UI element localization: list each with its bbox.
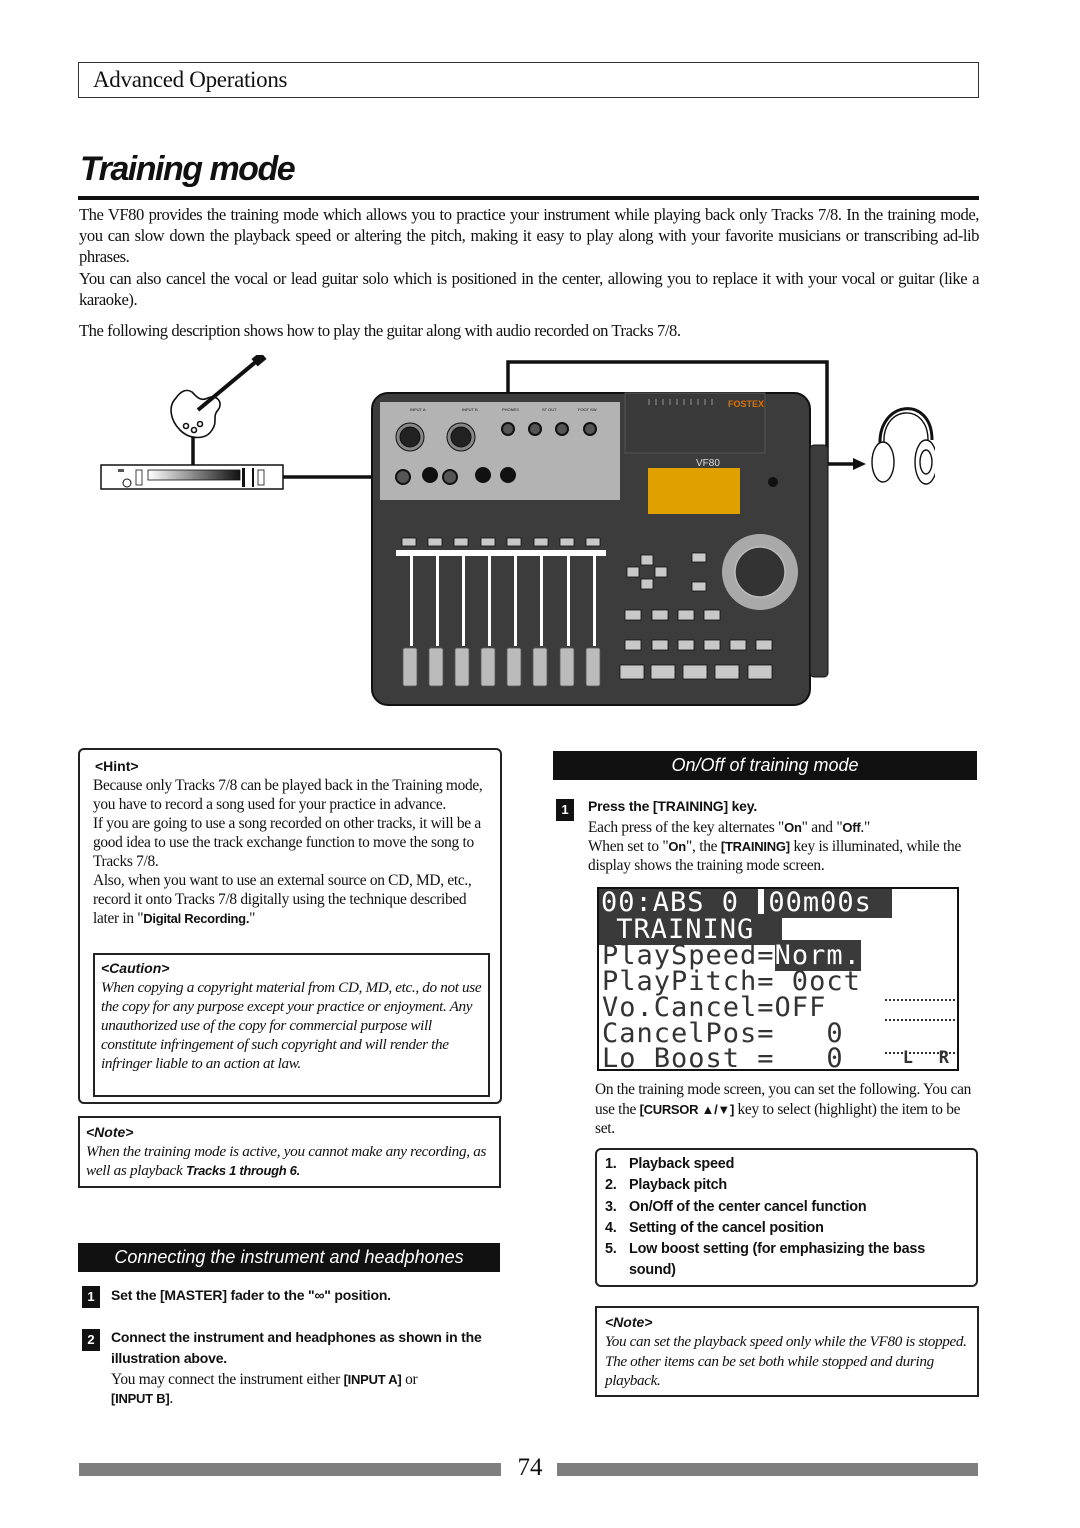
step-number: 1 xyxy=(82,1286,100,1308)
caution-label: <Caution> xyxy=(101,960,170,976)
step-body-or: or xyxy=(401,1371,418,1388)
list-item-number: 2. xyxy=(605,1177,617,1194)
training-lcd-screen: 00:ABS 0 00m00s TRAINING PlaySpeed=Norm.… xyxy=(597,887,959,1071)
onoff-text: Each press of the key alternates " xyxy=(588,819,785,836)
brand-logo: FOSTEX xyxy=(728,399,764,409)
list-item-number: 4. xyxy=(605,1219,617,1236)
step-number: 2 xyxy=(82,1329,100,1351)
connection-illustration: INPUT A INPUT B PHONES ST OUT FOOT SW FO… xyxy=(100,355,935,706)
list-item: 4. Setting of the cancel position xyxy=(605,1218,975,1239)
vf80-recorder: INPUT A INPUT B PHONES ST OUT FOOT SW FO… xyxy=(371,392,829,706)
screen-description: On the training mode screen, you can set… xyxy=(595,1080,980,1139)
connecting-section-title: Connecting the instrument and headphones xyxy=(78,1243,500,1272)
intro-paragraph-3: The following description shows how to p… xyxy=(79,321,681,341)
arrow-to-headphones xyxy=(853,458,866,470)
on-ref: On xyxy=(784,820,802,835)
list-item-text: Playback speed xyxy=(629,1156,735,1172)
lcd-playpitch: PlayPitch= 0oct xyxy=(602,966,861,997)
caution-text: When copying a copyright material from C… xyxy=(101,979,482,1072)
meter-label-r: R xyxy=(938,1048,949,1068)
label-st-out: ST OUT xyxy=(542,407,557,412)
lcd-screen xyxy=(648,468,740,514)
hint-paragraph-3: Also, when you want to use an external s… xyxy=(93,871,491,928)
onoff-text: ." xyxy=(860,819,871,836)
note-text-2: You can set the playback speed only whil… xyxy=(605,1333,967,1389)
list-item: 2. Playback pitch xyxy=(605,1175,975,1196)
meter-dots xyxy=(885,999,955,1001)
list-item-number: 5. xyxy=(605,1241,617,1258)
list-item-text: Setting of the cancel position xyxy=(629,1219,824,1236)
label-foot-sw: FOOT SW xyxy=(578,407,597,412)
intro-paragraph-2: You can also cancel the vocal or lead gu… xyxy=(79,268,979,309)
list-item-text: Playback pitch xyxy=(629,1177,727,1194)
label-phones: PHONES xyxy=(502,407,519,412)
training-key-ref: [TRAINING] xyxy=(720,839,790,854)
step-body-end: . xyxy=(169,1390,174,1407)
hint-p3-end: " xyxy=(249,910,256,927)
list-item: 3. On/Off of the center cancel function xyxy=(605,1197,975,1218)
step-heading: Set the [MASTER] fader to the "∞" positi… xyxy=(111,1287,391,1303)
list-item-number: 1. xyxy=(605,1156,617,1172)
step-body: You may connect the instrument either [I… xyxy=(111,1370,506,1408)
note-label-2: <Note> xyxy=(605,1314,653,1330)
step-number: 1 xyxy=(556,799,574,821)
digital-recording-ref: Digital Recording. xyxy=(143,911,250,926)
footer-bar-left xyxy=(79,1463,501,1476)
list-item-number: 3. xyxy=(605,1198,617,1215)
list-item: 5. Low boost setting (for emphasizing the… xyxy=(605,1239,975,1282)
hint-paragraph-1: Because only Tracks 7/8 can be played ba… xyxy=(93,777,483,813)
transport-buttons xyxy=(619,664,773,680)
step-heading: Connect the instrument and headphones as… xyxy=(111,1329,482,1366)
onoff-text: ", the xyxy=(685,838,721,855)
input-a-ref: [INPUT A] xyxy=(343,1372,402,1387)
model-label: VF80 xyxy=(696,458,720,469)
step-body-text: You may connect the instrument either xyxy=(111,1371,344,1388)
label-input-b: INPUT B xyxy=(462,407,478,412)
onoff-text: " and " xyxy=(801,819,843,836)
guitar-icon xyxy=(170,355,267,439)
meter-dots xyxy=(885,1019,955,1021)
note1-bold: Tracks 1 through 6. xyxy=(185,1163,300,1178)
lcd-time: 00m00s xyxy=(764,889,892,918)
note-text-1: When the training mode is active, you ca… xyxy=(86,1142,498,1180)
section-header-text: Advanced Operations xyxy=(93,67,288,92)
title-rule xyxy=(78,196,979,200)
page-title: Training mode xyxy=(80,150,296,188)
input-b-ref: [INPUT B] xyxy=(111,1391,170,1406)
onoff-text: When set to " xyxy=(588,838,669,855)
hint-paragraph-2: If you are going to use a song recorded … xyxy=(93,815,481,870)
meter-label-l: L xyxy=(902,1048,913,1068)
note-label-1: <Note> xyxy=(86,1124,134,1140)
cursor-key-ref: [CURSOR ▲/▼] xyxy=(639,1101,735,1117)
page-number: 74 xyxy=(517,1454,543,1481)
hint-label: <Hint> xyxy=(95,758,139,774)
intro-text: The VF80 provides the training mode whic… xyxy=(79,204,979,341)
hint-text: Because only Tracks 7/8 can be played ba… xyxy=(93,776,491,928)
settings-list: 1. Playback speed 2. Playback pitch 3. On/O… xyxy=(605,1154,975,1282)
lcd-vocal-cancel: Vo.Cancel=OFF xyxy=(602,992,827,1023)
step-heading: Press the [TRAINING] key. xyxy=(588,798,758,814)
section-header: Advanced Operations xyxy=(78,62,979,98)
off-ref: Off xyxy=(842,820,861,835)
lcd-lo-boost: Lo Boost = 0 xyxy=(602,1043,844,1071)
jog-wheel xyxy=(734,546,786,598)
on-ref: On xyxy=(668,839,686,854)
footer-bar-right xyxy=(557,1463,978,1476)
list-item-text: On/Off of the center cancel function xyxy=(629,1198,867,1215)
effects-processor-icon xyxy=(100,464,284,490)
intro-paragraph-1: The VF80 provides the training mode whic… xyxy=(79,205,979,267)
step-body: Each press of the key alternates "On" an… xyxy=(588,818,980,875)
headphones-icon xyxy=(871,407,935,485)
onoff-section-title: On/Off of training mode xyxy=(553,751,977,780)
list-item-text: Low boost setting (for emphasizing the b… xyxy=(629,1241,926,1279)
list-item: 1. Playback speed xyxy=(605,1154,975,1175)
label-input-a: INPUT A xyxy=(410,407,426,412)
